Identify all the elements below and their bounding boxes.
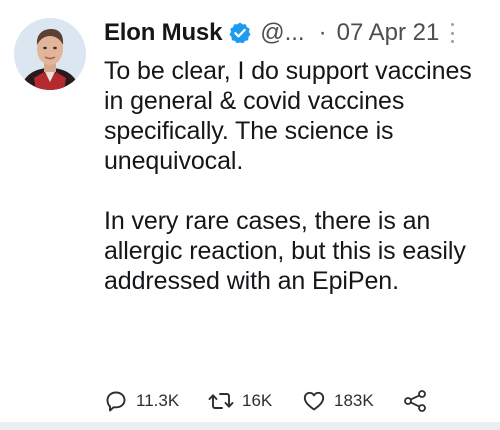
- verified-badge-icon: [228, 21, 252, 45]
- tweet-date[interactable]: 07 Apr 21: [337, 19, 440, 47]
- tweet-card: Elon Musk @... · 07 Apr 21 To be clear, …: [0, 0, 500, 430]
- avatar[interactable]: [14, 18, 86, 90]
- share-button[interactable]: [402, 389, 436, 413]
- retweet-count: 16K: [242, 391, 273, 410]
- retweet-button[interactable]: 16K: [208, 389, 302, 413]
- heart-icon: [303, 391, 325, 411]
- tweet-paragraph: To be clear, I do support vaccines in ge…: [104, 57, 472, 175]
- retweet-icon: [208, 393, 234, 409]
- more-options-icon[interactable]: [449, 23, 455, 43]
- tweet-paragraph: In very rare cases, there is an allergic…: [104, 207, 466, 295]
- header-separator: ·: [318, 19, 327, 46]
- tweet-actions: 11.3K 16K 183K: [104, 386, 464, 416]
- like-count: 183K: [334, 391, 374, 410]
- reply-icon: [106, 391, 126, 412]
- reply-button[interactable]: 11.3K: [104, 389, 208, 413]
- share-icon: [404, 390, 426, 412]
- tweet-header: Elon Musk @... · 07 Apr 21: [104, 16, 484, 50]
- card-bottom-border: [0, 422, 500, 430]
- author-name[interactable]: Elon Musk: [104, 19, 222, 47]
- tweet-text: To be clear, I do support vaccines in ge…: [104, 56, 484, 296]
- avatar-image: [14, 18, 86, 90]
- author-handle[interactable]: @...: [260, 19, 304, 47]
- like-button[interactable]: 183K: [302, 389, 402, 413]
- reply-count: 11.3K: [136, 391, 180, 410]
